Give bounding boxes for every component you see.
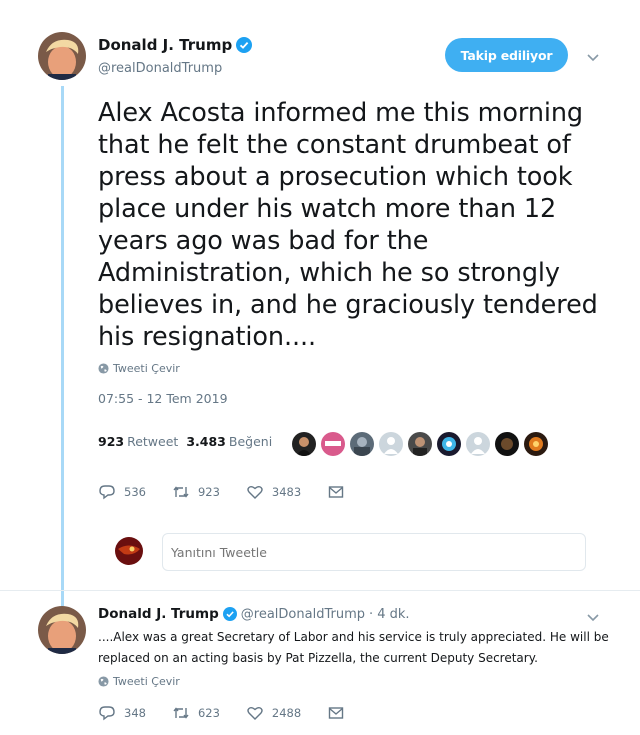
message-button[interactable] <box>327 483 353 501</box>
liker-avatar[interactable] <box>437 432 461 456</box>
reply-button[interactable]: 536 <box>98 483 146 501</box>
retweet-icon <box>173 707 189 719</box>
user-handle[interactable]: @realDonaldTrump <box>241 607 365 622</box>
retweet-action-count: 623 <box>197 706 220 720</box>
engagement-stats: 923 Retweet 3.483 Beğeni <box>98 434 280 449</box>
reply-count: 348 <box>124 706 146 720</box>
display-name[interactable]: Donald J. Trump <box>98 36 232 54</box>
tweet-timestamp[interactable]: 07:55 - 12 Tem 2019 <box>98 391 228 406</box>
current-user-avatar[interactable] <box>112 534 146 568</box>
like-button[interactable]: 3483 <box>246 483 301 501</box>
liker-avatar[interactable] <box>350 432 374 456</box>
retweet-label[interactable]: Retweet <box>127 434 178 449</box>
divider <box>0 590 640 591</box>
retweet-button[interactable]: 923 <box>172 483 220 501</box>
thread-connector-line <box>61 86 64 606</box>
liker-avatar[interactable] <box>524 432 548 456</box>
avatar[interactable] <box>38 606 86 654</box>
tweet-actions: 536 923 3483 <box>98 483 379 501</box>
chevron-down-icon[interactable] <box>586 50 600 64</box>
reply-input[interactable] <box>162 533 586 571</box>
verified-badge-icon <box>222 607 237 621</box>
message-button[interactable] <box>327 704 353 722</box>
tweet-actions: 348 623 2488 <box>98 704 379 722</box>
message-icon <box>328 707 344 719</box>
following-button[interactable]: Takip ediliyor <box>445 38 568 72</box>
verified-badge-icon <box>236 37 253 53</box>
liker-avatar[interactable] <box>379 432 403 456</box>
liker-avatar[interactable] <box>292 432 316 456</box>
translate-tweet-link[interactable]: Tweeti Çevir <box>98 362 180 375</box>
like-count[interactable]: 3.483 <box>186 434 226 449</box>
like-icon <box>247 486 263 499</box>
like-button[interactable]: 2488 <box>246 704 301 722</box>
translate-label[interactable]: Tweeti Çevir <box>113 362 180 375</box>
reply-count: 536 <box>124 485 146 499</box>
like-label[interactable]: Beğeni <box>229 434 272 449</box>
like-action-count: 3483 <box>271 485 302 499</box>
liker-avatar[interactable] <box>466 432 490 456</box>
tweet-time-ago[interactable]: · 4 dk. <box>369 607 410 622</box>
reply-icon <box>99 485 115 500</box>
retweet-button[interactable]: 623 <box>172 704 220 722</box>
reply-icon <box>99 706 115 721</box>
user-handle[interactable]: @realDonaldTrump <box>98 61 222 76</box>
liker-avatar[interactable] <box>408 432 432 456</box>
retweet-count[interactable]: 923 <box>98 434 124 449</box>
translate-label[interactable]: Tweeti Çevir <box>113 675 180 688</box>
tweet-text: Alex Acosta informed me this morning tha… <box>98 98 598 352</box>
tweet-text: ....Alex was a great Secretary of Labor … <box>98 630 609 665</box>
chevron-down-icon[interactable] <box>586 610 600 624</box>
avatar[interactable] <box>38 32 86 80</box>
display-name[interactable]: Donald J. Trump <box>98 606 219 622</box>
message-icon <box>328 486 344 498</box>
globe-icon <box>98 676 109 687</box>
liker-avatar[interactable] <box>495 432 519 456</box>
translate-tweet-link[interactable]: Tweeti Çevir <box>98 675 180 688</box>
like-icon <box>247 707 263 720</box>
like-action-count: 2488 <box>271 706 302 720</box>
globe-icon <box>98 363 109 374</box>
retweet-icon <box>173 486 189 498</box>
retweet-action-count: 923 <box>197 485 220 499</box>
liker-avatar[interactable] <box>321 432 345 456</box>
reply-button[interactable]: 348 <box>98 704 146 722</box>
